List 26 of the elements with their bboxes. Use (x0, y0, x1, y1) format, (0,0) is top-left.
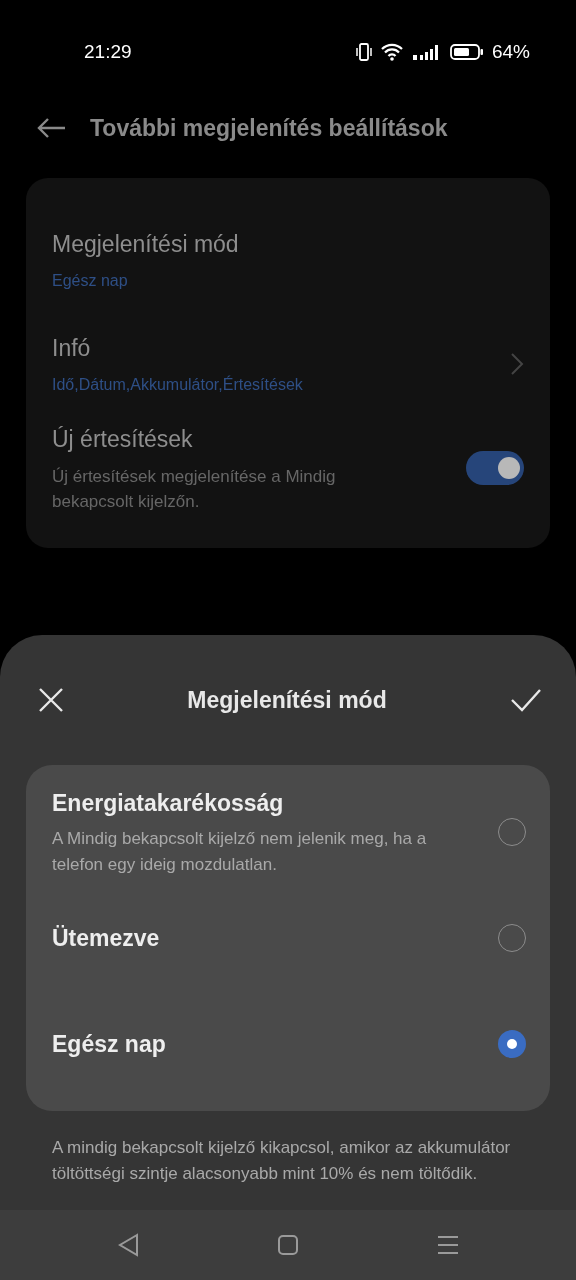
option-title[interactable]: Ütemezve (52, 920, 498, 956)
setting-title[interactable]: Megjelenítési mód (52, 226, 524, 262)
setting-value: Egész nap (52, 271, 129, 292)
back-triangle-icon[interactable] (117, 1233, 139, 1257)
battery-text: 64% (491, 39, 530, 64)
wifi-icon (379, 43, 404, 61)
radio-button[interactable] (498, 1030, 526, 1058)
option-title[interactable]: Energiatakarékosság (52, 785, 498, 821)
page-title: További megjelenítés beállítások (90, 113, 448, 143)
menu-icon[interactable] (437, 1234, 459, 1256)
toggle-switch[interactable] (466, 451, 524, 485)
option-description: A Mindig bekapcsolt kijelző nem jelenik meg, ha a telefon egy ideig mozdulatlan. (52, 828, 428, 877)
option-title[interactable]: Egész nap (52, 1026, 498, 1062)
setting-title[interactable]: Infó (52, 330, 510, 366)
battery-icon (449, 43, 484, 61)
note-text: A mindig bekapcsolt kijelző kikapcsol, amikor az akkumulátor töltöttségi szintje alacsonyabb mint 10% és nem töltődik. (51, 1137, 512, 1185)
home-square-icon[interactable] (277, 1234, 299, 1256)
setting-value: Idő,Dátum,Akkumulátor,Értesítések (52, 374, 304, 396)
close-icon[interactable] (38, 687, 64, 713)
sheet-title: Megjelenítési mód (186, 685, 388, 715)
back-icon[interactable] (36, 117, 66, 139)
setting-description: Új értesítések megjelenítése a Mindig bekapcsolt kijelzőn. (52, 466, 337, 514)
time-text: 21:29 (84, 39, 132, 64)
check-icon[interactable] (510, 688, 542, 712)
setting-title[interactable]: Új értesítések (52, 421, 466, 457)
vibrate-icon (355, 43, 372, 61)
